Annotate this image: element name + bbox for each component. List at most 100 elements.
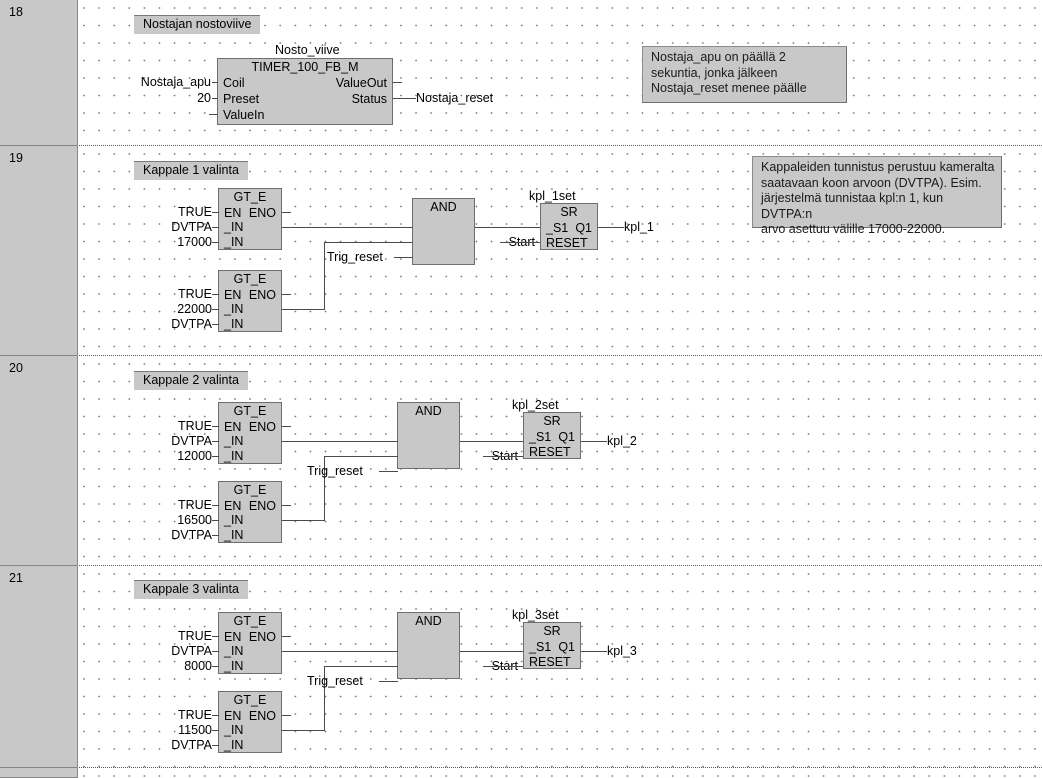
gte1-pin-in2: _IN: [224, 449, 244, 463]
gte1-pin-eno: ENO: [248, 630, 276, 644]
wire-gte1-eno-stub: [282, 636, 291, 637]
compare-block-type-label-1: GT_E: [233, 614, 267, 628]
rung-title-19: Kappale 1 valinta: [134, 161, 248, 180]
operand-gte1-in1[interactable]: DVTPA: [89, 220, 212, 235]
wire-gte2-in1: [212, 520, 219, 521]
compare-block-gt-e-1[interactable]: GT_E EN ENO _IN _IN: [218, 402, 282, 464]
sr1-pin-s1: _S1: [546, 221, 569, 235]
rung-body-20[interactable]: Kappale 2 valinta GT_E EN ENO _IN _IN TR…: [79, 356, 1042, 566]
operand-nostaja-reset[interactable]: Nostaja_reset: [416, 91, 493, 106]
operand-kpl-2[interactable]: kpl_2: [607, 434, 637, 449]
rung-comment-18[interactable]: Nostaja_apu on päällä 2 sekuntia, jonka …: [642, 46, 847, 103]
operand-trig-reset-20[interactable]: Trig_reset: [307, 464, 363, 479]
sr-block-2[interactable]: SR _S1 Q1 RESET: [523, 412, 581, 459]
operand-gte2-en[interactable]: TRUE: [89, 708, 212, 723]
rung-gutter-21[interactable]: 21: [0, 566, 78, 768]
compare-block-gt-e-1[interactable]: GT_E EN ENO _IN _IN: [218, 188, 282, 250]
compare-block-gt-e-2[interactable]: GT_E EN ENO _IN _IN: [218, 270, 282, 332]
and-block[interactable]: AND: [412, 198, 475, 265]
compare-block-gt-e-2[interactable]: GT_E EN ENO _IN _IN: [218, 481, 282, 543]
wire-trig-reset-to-and-in3: [379, 681, 398, 682]
timer-pin-status: Status: [351, 92, 387, 106]
operand-gte1-in2[interactable]: 17000: [89, 235, 212, 250]
operand-trig-reset-19[interactable]: Trig_reset: [327, 250, 383, 265]
gte2-pin-in1: _IN: [224, 513, 244, 527]
operand-gte2-in1[interactable]: 22000: [89, 302, 212, 317]
wire-gte2-in2: [212, 535, 219, 536]
wire-start-to-sr2-reset: [483, 456, 523, 457]
wire-coil-in: [212, 82, 218, 83]
compare-block-type-label-2: GT_E: [233, 272, 267, 286]
operand-preset-20[interactable]: 20: [99, 91, 211, 106]
operand-gte1-en[interactable]: TRUE: [89, 629, 212, 644]
gte1-pin-en: EN: [224, 206, 242, 220]
rung-gutter-20[interactable]: 20: [0, 356, 78, 566]
rung-body-18[interactable]: Nostajan nostoviive Nostaja_apu on pääll…: [79, 0, 1042, 146]
compare-block-gt-e-1[interactable]: GT_E EN ENO _IN _IN: [218, 612, 282, 674]
operand-trig-reset-21[interactable]: Trig_reset: [307, 674, 363, 689]
operand-gte1-en[interactable]: TRUE: [89, 205, 212, 220]
timer-pin-coil: Coil: [223, 76, 245, 90]
rung-body-19[interactable]: Kappale 1 valinta Kappaleiden tunnistus …: [79, 146, 1042, 356]
sr-block-1[interactable]: SR _S1 Q1 RESET: [540, 203, 598, 250]
sr-block-3[interactable]: SR _S1 Q1 RESET: [523, 622, 581, 669]
compare-block-gt-e-2[interactable]: GT_E EN ENO _IN _IN: [218, 691, 282, 753]
wire-gte1-out-to-and-in1: [282, 651, 398, 652]
rung-gutter-next-partial[interactable]: [0, 768, 78, 778]
wire-gte2-in2: [212, 324, 219, 325]
operand-gte2-in1[interactable]: 11500: [89, 723, 212, 738]
wire-gte1-en: [212, 636, 219, 637]
wire-gte2-en: [212, 715, 219, 716]
operand-gte2-in2[interactable]: DVTPA: [89, 317, 212, 332]
rung-gutter-19[interactable]: 19: [0, 146, 78, 356]
rung-title-20: Kappale 2 valinta: [134, 371, 248, 390]
wire-trig-reset-to-and-in3: [394, 257, 413, 258]
wire-gte2-out-riser: [324, 242, 325, 310]
operand-gte2-in2[interactable]: DVTPA: [89, 528, 212, 543]
gte1-pin-en: EN: [224, 630, 242, 644]
rung-number-19: 19: [9, 151, 23, 165]
wire-gte2-out-to-and-in2: [324, 666, 398, 667]
operand-nostaja-apu[interactable]: Nostaja_apu: [99, 75, 211, 90]
gte2-pin-en: EN: [224, 709, 242, 723]
operand-gte2-in2[interactable]: DVTPA: [89, 738, 212, 753]
gte1-pin-eno: ENO: [248, 420, 276, 434]
rung-comment-19[interactable]: Kappaleiden tunnistus perustuu kameralta…: [752, 156, 1002, 236]
wire-and-out: [460, 441, 523, 442]
wire-gte2-in1: [212, 309, 219, 310]
gte1-pin-in1: _IN: [224, 644, 244, 658]
fbd-program-editor[interactable]: 18 Nostajan nostoviive Nostaja_apu on pä…: [0, 0, 1042, 778]
wire-gte2-out-seg1: [282, 520, 324, 521]
operand-gte2-en[interactable]: TRUE: [89, 498, 212, 513]
gte2-pin-eno: ENO: [248, 709, 276, 723]
wire-gte2-in1: [212, 730, 219, 731]
operand-gte1-in2[interactable]: 12000: [89, 449, 212, 464]
gte2-pin-in1: _IN: [224, 302, 244, 316]
sr2-pin-reset: RESET: [529, 445, 571, 459]
rung-body-21[interactable]: Kappale 3 valinta GT_E EN ENO _IN _IN TR…: [79, 566, 1042, 768]
timer-pin-valuein: ValueIn: [223, 108, 265, 122]
wire-gte2-eno-stub: [282, 715, 291, 716]
rung-gutter-18[interactable]: 18: [0, 0, 78, 146]
operand-gte1-in2[interactable]: 8000: [89, 659, 212, 674]
wire-gte1-in1: [212, 227, 219, 228]
gte2-pin-in1: _IN: [224, 723, 244, 737]
operand-gte2-en[interactable]: TRUE: [89, 287, 212, 302]
operand-gte1-in1[interactable]: DVTPA: [89, 644, 212, 659]
operand-kpl-1[interactable]: kpl_1: [624, 220, 654, 235]
operand-gte1-en[interactable]: TRUE: [89, 419, 212, 434]
sr-instance-name-kpl-1set: kpl_1set: [529, 189, 576, 203]
timer-block-timer-100-fb-m[interactable]: TIMER_100_FB_M Coil Preset ValueIn Value…: [217, 58, 393, 125]
wire-start-to-sr1-reset: [500, 242, 540, 243]
and-block-type-label: AND: [415, 404, 442, 418]
wire-preset-in: [212, 98, 218, 99]
operand-kpl-3[interactable]: kpl_3: [607, 644, 637, 659]
wire-gte1-en: [212, 212, 219, 213]
wire-gte1-in2: [212, 666, 219, 667]
sr2-pin-s1: _S1: [529, 430, 552, 444]
operand-gte2-in1[interactable]: 16500: [89, 513, 212, 528]
operand-gte1-in1[interactable]: DVTPA: [89, 434, 212, 449]
sr3-pin-s1: _S1: [529, 640, 552, 654]
timer-block-type-label: TIMER_100_FB_M: [251, 60, 359, 74]
rung-body-next-partial[interactable]: [79, 768, 1042, 778]
